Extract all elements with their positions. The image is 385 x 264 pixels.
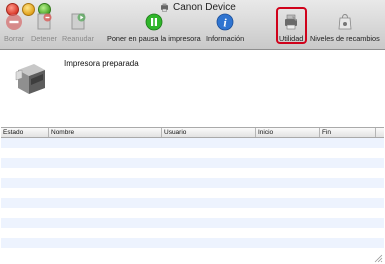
toolbar: Canon Device Borrar Detener Reanudar Pon…: [0, 0, 385, 50]
job-table-header: Estado Nombre Usuario Inicio Fin: [1, 128, 384, 138]
window-title: Canon Device: [160, 2, 236, 13]
stop-button[interactable]: Detener: [31, 13, 57, 43]
table-row: [1, 238, 384, 248]
resume-job-icon: [71, 13, 86, 30]
supply-levels-icon: [338, 14, 352, 30]
table-row: [1, 138, 384, 148]
column-header-fin[interactable]: Fin: [320, 128, 376, 137]
info-icon: i: [216, 13, 234, 31]
table-row: [1, 168, 384, 178]
table-row: [1, 178, 384, 188]
table-row: [1, 188, 384, 198]
table-row: [1, 148, 384, 158]
delete-button-label: Borrar: [4, 34, 25, 43]
column-header-usuario[interactable]: Usuario: [162, 128, 256, 137]
pause-icon: [145, 13, 163, 31]
column-header-estado[interactable]: Estado: [1, 128, 49, 137]
resume-button-label: Reanudar: [62, 34, 95, 43]
table-row: [1, 248, 384, 258]
table-row: [1, 198, 384, 208]
job-table-rows: [1, 138, 384, 264]
delete-job-icon: [6, 14, 23, 30]
printer-large-icon: [15, 64, 45, 94]
printer-queue-window: Canon Device Borrar Detener Reanudar Pon…: [0, 0, 385, 264]
table-row: [1, 158, 384, 168]
supply-levels-button[interactable]: Niveles de recambios: [310, 13, 380, 43]
column-header-inicio[interactable]: Inicio: [256, 128, 320, 137]
printer-small-icon: [161, 3, 168, 12]
resume-button[interactable]: Reanudar: [62, 13, 94, 43]
delete-button[interactable]: Borrar: [4, 13, 24, 43]
table-row: [1, 208, 384, 218]
supply-levels-label: Niveles de recambios: [310, 34, 380, 43]
stop-job-icon: [37, 13, 52, 30]
utility-highlight-box: [276, 7, 307, 44]
pause-printer-label: Poner en pausa la impresora: [107, 34, 201, 43]
printer-status-text: Impresora preparada: [64, 59, 139, 68]
window-title-text: Canon Device: [173, 2, 236, 13]
column-header-nombre[interactable]: Nombre: [49, 128, 162, 137]
info-button[interactable]: i Información: [206, 13, 244, 43]
pause-printer-button[interactable]: Poner en pausa la impresora: [107, 13, 201, 43]
job-table: Estado Nombre Usuario Inicio Fin: [1, 127, 384, 264]
info-button-label: Información: [206, 34, 245, 43]
table-row: [1, 228, 384, 238]
printer-status-area: [0, 50, 385, 126]
stop-button-label: Detener: [31, 34, 57, 43]
resize-grip-icon[interactable]: [374, 254, 383, 263]
table-row: [1, 218, 384, 228]
